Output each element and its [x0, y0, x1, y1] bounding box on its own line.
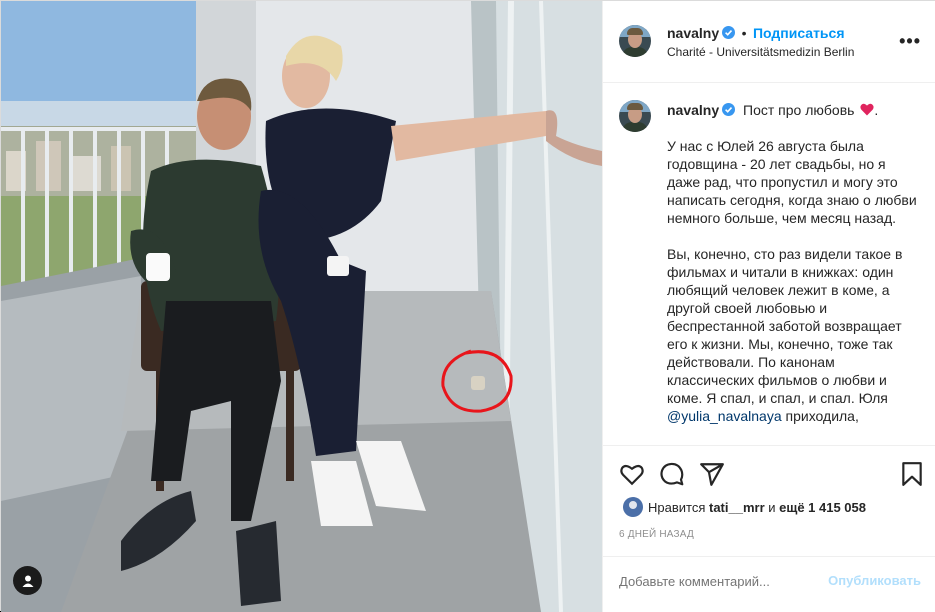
- more-options-button[interactable]: •••: [899, 31, 921, 52]
- share-direct-icon[interactable]: [699, 461, 725, 487]
- header-line: navalny • Подписаться: [667, 25, 845, 43]
- save-bookmark-icon[interactable]: [899, 461, 925, 487]
- instagram-post-window: navalny • Подписаться Charité - Universi…: [0, 0, 935, 612]
- post-side-panel: navalny • Подписаться Charité - Universi…: [602, 1, 935, 612]
- heart-emoji-icon: [860, 103, 874, 116]
- comment-input[interactable]: [619, 574, 809, 589]
- liker-avatar[interactable]: [623, 497, 643, 517]
- caption-paragraph-2: Вы, конечно, сто раз видели такое в филь…: [667, 245, 919, 425]
- post-timestamp[interactable]: 6 ДНЕЙ НАЗАД: [619, 529, 694, 540]
- caption-title: Пост про любовь: [743, 102, 855, 118]
- comments-section[interactable]: navalny Пост про любовь . У нас с Юлей 2…: [603, 84, 935, 446]
- action-bar: [603, 447, 935, 501]
- likes-prefix: Нравится: [648, 500, 709, 515]
- likes-count[interactable]: ещё 1 415 058: [779, 500, 866, 515]
- post-photo[interactable]: [1, 1, 602, 612]
- mention-link[interactable]: @yulia_navalnaya: [667, 408, 782, 424]
- author-username[interactable]: navalny: [667, 25, 719, 41]
- comment-form: Опубликовать: [603, 556, 935, 612]
- user-icon: [22, 575, 33, 587]
- follow-button[interactable]: Подписаться: [753, 25, 845, 41]
- caption-text: У нас с Юлей 26 августа была годовщина -…: [667, 137, 919, 443]
- post-header: navalny • Подписаться Charité - Universi…: [603, 1, 935, 83]
- publish-button[interactable]: Опубликовать: [828, 573, 921, 588]
- like-heart-icon[interactable]: [619, 461, 645, 487]
- location-link[interactable]: Charité - Universitätsmedizin Berlin: [667, 45, 854, 59]
- tagged-users-button[interactable]: [13, 566, 42, 595]
- likes-text: Нравится tati__mrr и ещё 1 415 058: [648, 500, 866, 515]
- caption-username[interactable]: navalny: [667, 102, 719, 118]
- caption-paragraph-2-tail: приходила,: [781, 408, 859, 424]
- caption-author-avatar[interactable]: [619, 100, 651, 132]
- likes-middle: и: [764, 500, 780, 515]
- caption-paragraph-2-text: Вы, конечно, сто раз видели такое в филь…: [667, 246, 903, 406]
- likes-row: Нравится tati__mrr и ещё 1 415 058: [603, 495, 935, 523]
- caption-paragraph-1: У нас с Юлей 26 августа была годовщина -…: [667, 138, 917, 226]
- liker-username[interactable]: tati__mrr: [709, 500, 765, 515]
- photo-illustration: [1, 1, 602, 612]
- verified-badge-icon: [722, 26, 736, 39]
- author-avatar[interactable]: [619, 25, 651, 57]
- caption-header: navalny Пост про любовь .: [667, 102, 879, 118]
- comment-bubble-icon[interactable]: [659, 461, 685, 487]
- separator-dot: •: [741, 25, 747, 41]
- verified-badge-icon: [722, 103, 736, 116]
